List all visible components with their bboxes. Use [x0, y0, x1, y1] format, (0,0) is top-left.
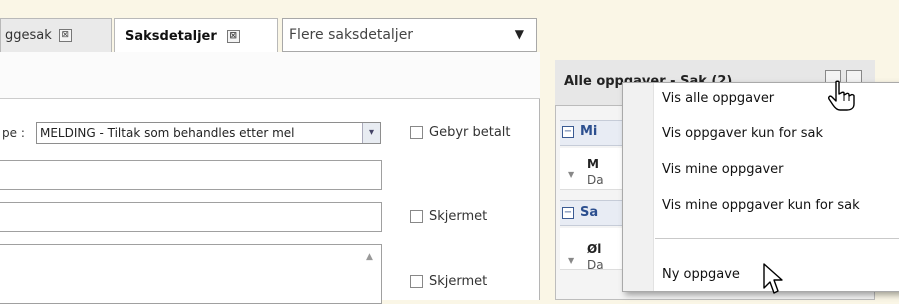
- menu-separator: [655, 238, 899, 239]
- type-select[interactable]: MELDING - Tiltak som behandles etter mel: [36, 122, 381, 144]
- menu-item-vis-mine-oppgaver-kun-for-sak[interactable]: Vis mine oppgaver kun for sak: [662, 198, 860, 213]
- text-field-1[interactable]: [0, 160, 382, 190]
- textarea-field[interactable]: [0, 244, 382, 304]
- close-icon[interactable]: ⊠: [226, 29, 240, 43]
- menu-item-vis-oppgaver-kun-for-sak[interactable]: Vis oppgaver kun for sak: [662, 126, 823, 141]
- menu-item-ny-oppgave[interactable]: Ny oppgave: [662, 267, 740, 282]
- task-title: Øl: [587, 242, 602, 256]
- menu-item-vis-alle-oppgaver[interactable]: Vis alle oppgaver: [662, 91, 774, 106]
- skjermet-label-2: Skjermet: [429, 274, 488, 289]
- expand-icon[interactable]: ▼: [568, 256, 574, 265]
- skjermet-checkbox-1[interactable]: [410, 210, 423, 223]
- form-toolbar: [0, 52, 540, 99]
- skjermet-checkbox-2[interactable]: [410, 275, 423, 288]
- chevron-down-icon: ▼: [514, 27, 524, 41]
- menu-item-vis-mine-oppgaver[interactable]: Vis mine oppgaver: [662, 162, 783, 177]
- more-details-dropdown[interactable]: Flere saksdetaljer ▼: [282, 18, 537, 52]
- select-arrow-icon[interactable]: ▾: [362, 123, 380, 143]
- task-title: M: [587, 157, 599, 171]
- task-subtitle: Da: [587, 173, 604, 187]
- collapse-icon[interactable]: −: [562, 207, 574, 219]
- tab-ggesak[interactable]: ggesak ⊠: [0, 18, 112, 52]
- expand-icon[interactable]: ▼: [568, 170, 574, 179]
- arrow-cursor-icon: [763, 263, 783, 294]
- hand-pointer-icon: [828, 80, 855, 111]
- tab-label: Saksdetaljer: [125, 28, 217, 44]
- type-label: pe :: [2, 126, 25, 140]
- skjermet-label-1: Skjermet: [429, 209, 488, 224]
- more-details-label: Flere saksdetaljer: [289, 27, 414, 43]
- gebyr-betalt-label: Gebyr betalt: [429, 125, 511, 140]
- menu-gutter: [623, 83, 654, 291]
- tab-saksdetaljer[interactable]: Saksdetaljer ⊠: [114, 18, 278, 53]
- task-group-label: Sa: [580, 205, 599, 220]
- tab-label: ggesak: [5, 28, 52, 43]
- context-menu: [622, 82, 899, 292]
- scroll-up-icon[interactable]: ▲: [366, 252, 373, 262]
- collapse-icon[interactable]: −: [562, 126, 574, 138]
- close-icon[interactable]: ⊠: [58, 29, 72, 42]
- text-field-2[interactable]: [0, 202, 382, 232]
- type-select-value: MELDING - Tiltak som behandles etter mel: [40, 126, 295, 140]
- task-subtitle: Da: [587, 258, 604, 272]
- task-group-label: Mi: [580, 124, 598, 139]
- gebyr-betalt-checkbox[interactable]: [410, 126, 423, 139]
